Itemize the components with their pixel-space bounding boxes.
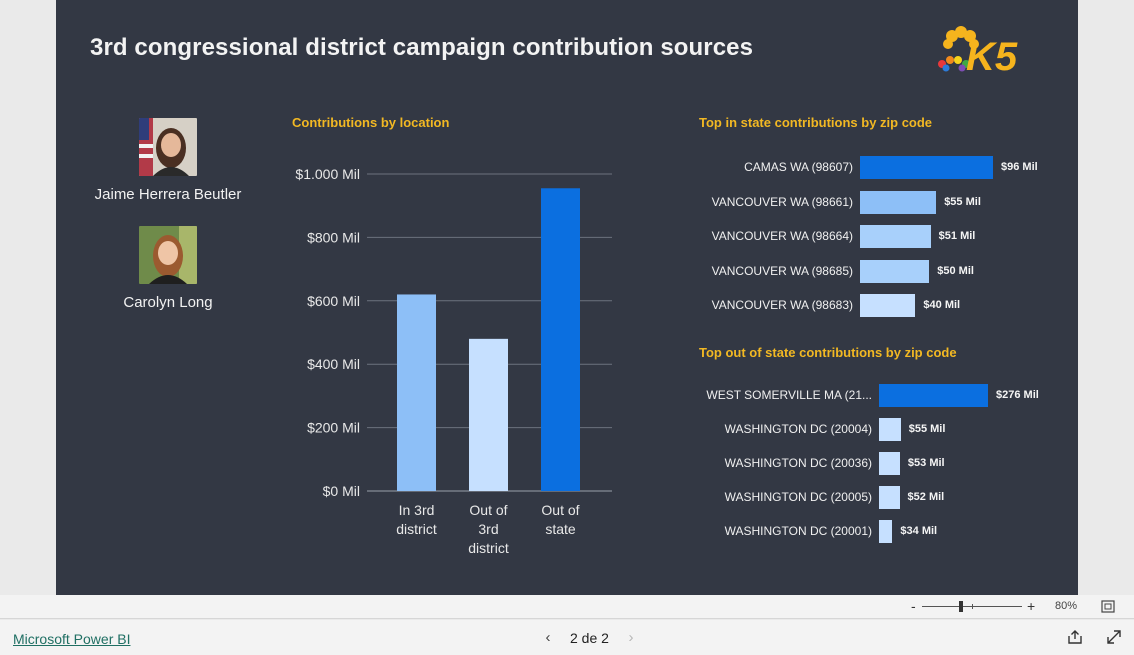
zip-bar[interactable]: [860, 190, 937, 214]
x-tick-label: district: [468, 540, 509, 556]
in-state-chart-title: Top in state contributions by zip code: [699, 115, 933, 130]
y-tick-label: $1.000 Mil: [295, 166, 360, 182]
zoom-bar: - + 80%: [0, 595, 1134, 619]
zip-label: WASHINGTON DC (20004): [724, 422, 872, 436]
report-canvas: 3rd congressional district campaign cont…: [56, 0, 1078, 595]
zip-label: WASHINGTON DC (20036): [724, 456, 872, 470]
zip-label: VANCOUVER WA (98664): [711, 229, 853, 243]
zip-label: CAMAS WA (98607): [744, 160, 853, 174]
zip-bar[interactable]: [879, 520, 893, 543]
zoom-out-button[interactable]: -: [911, 598, 916, 614]
logo-text: K5: [966, 35, 1018, 76]
candidate-2-name: Carolyn Long: [123, 294, 213, 311]
zip-bar[interactable]: [879, 486, 900, 509]
x-tick-label: Out of: [541, 502, 579, 518]
x-tick-label: 3rd: [478, 521, 498, 537]
zip-label: VANCOUVER WA (98685): [711, 263, 853, 278]
zip-value-label: $53 Mil: [907, 457, 945, 469]
candidate-2: Carolyn Long: [83, 226, 253, 311]
page-navigator: ‹ 2 de 2 ›: [538, 629, 641, 646]
k5-logo: K5: [938, 26, 1018, 76]
zip-label: WEST SOMERVILLE MA (21...: [706, 388, 872, 402]
candidate-2-photo: [139, 226, 197, 284]
fit-to-page-icon[interactable]: [1101, 600, 1115, 613]
share-icon[interactable]: [1066, 628, 1084, 646]
zip-label: VANCOUVER WA (98683): [711, 298, 853, 312]
zip-bar[interactable]: [879, 452, 900, 475]
zip-bar[interactable]: [879, 418, 901, 441]
zoom-slider-thumb[interactable]: [959, 601, 963, 612]
y-tick-label: $400 Mil: [307, 356, 360, 372]
candidate-1: Jaime Herrera Beutler: [83, 118, 253, 203]
zoom-slider-tick: [972, 604, 973, 609]
location-chart-title: Contributions by location: [292, 115, 450, 130]
x-tick-label: Out of: [469, 502, 507, 518]
zoom-in-button[interactable]: +: [1027, 598, 1035, 614]
bar[interactable]: [469, 338, 508, 491]
zip-bar[interactable]: [860, 156, 993, 179]
y-tick-label: $600 Mil: [307, 293, 360, 309]
zip-value-label: $55 Mil: [908, 423, 946, 435]
zip-label: WASHINGTON DC (20005): [724, 490, 872, 504]
zip-value-label: $276 Mil: [996, 389, 1039, 401]
zip-bar[interactable]: [860, 259, 930, 283]
zip-label: WASHINGTON DC (20001): [724, 524, 872, 538]
candidate-1-photo: [139, 118, 197, 176]
zip-value-label: $34 Mil: [900, 525, 938, 537]
zip-value-label: $52 Mil: [907, 491, 945, 503]
x-tick-label: In 3rd: [399, 502, 435, 518]
zoom-level: 80%: [1055, 600, 1078, 612]
zip-value-label: $50 Mil: [937, 264, 974, 277]
candidate-1-name: Jaime Herrera Beutler: [94, 186, 242, 203]
y-tick-label: $800 Mil: [307, 229, 360, 245]
power-bi-link[interactable]: Microsoft Power BI: [13, 631, 130, 647]
location-bar-chart: $0 Mil $200 Mil $400 Mil $600 Mil $800 Mil $1…: [295, 166, 612, 556]
power-bi-viewer: 3rd congressional district campaign cont…: [0, 0, 1134, 655]
zip-value-label: $51 Mil: [938, 230, 976, 242]
bar[interactable]: [541, 188, 580, 491]
report-title: 3rd congressional district campaign cont…: [90, 34, 754, 61]
zoom-slider[interactable]: [922, 601, 1022, 612]
zip-value-label: $55 Mil: [944, 195, 981, 208]
zip-label: VANCOUVER WA (98661): [711, 194, 853, 209]
fullscreen-icon[interactable]: [1105, 628, 1123, 646]
previous-page-button[interactable]: ‹: [538, 629, 558, 646]
page-indicator: 2 de 2: [570, 629, 609, 646]
zip-bar[interactable]: [860, 225, 931, 248]
bar[interactable]: [397, 294, 436, 491]
zip-value-label: $96 Mil: [1001, 161, 1038, 173]
y-tick-label: $0 Mil: [323, 483, 360, 499]
x-tick-label: district: [396, 521, 437, 537]
zip-bar[interactable]: [879, 384, 988, 407]
y-tick-label: $200 Mil: [307, 420, 360, 436]
x-tick-label: state: [545, 521, 576, 537]
zip-bar[interactable]: [860, 294, 916, 317]
zip-value-label: $40 Mil: [923, 299, 961, 311]
next-page-button[interactable]: ›: [621, 629, 641, 646]
out-state-chart-title: Top out of state contributions by zip co…: [699, 345, 957, 360]
footer-bar: Microsoft Power BI ‹ 2 de 2 ›: [0, 620, 1134, 655]
